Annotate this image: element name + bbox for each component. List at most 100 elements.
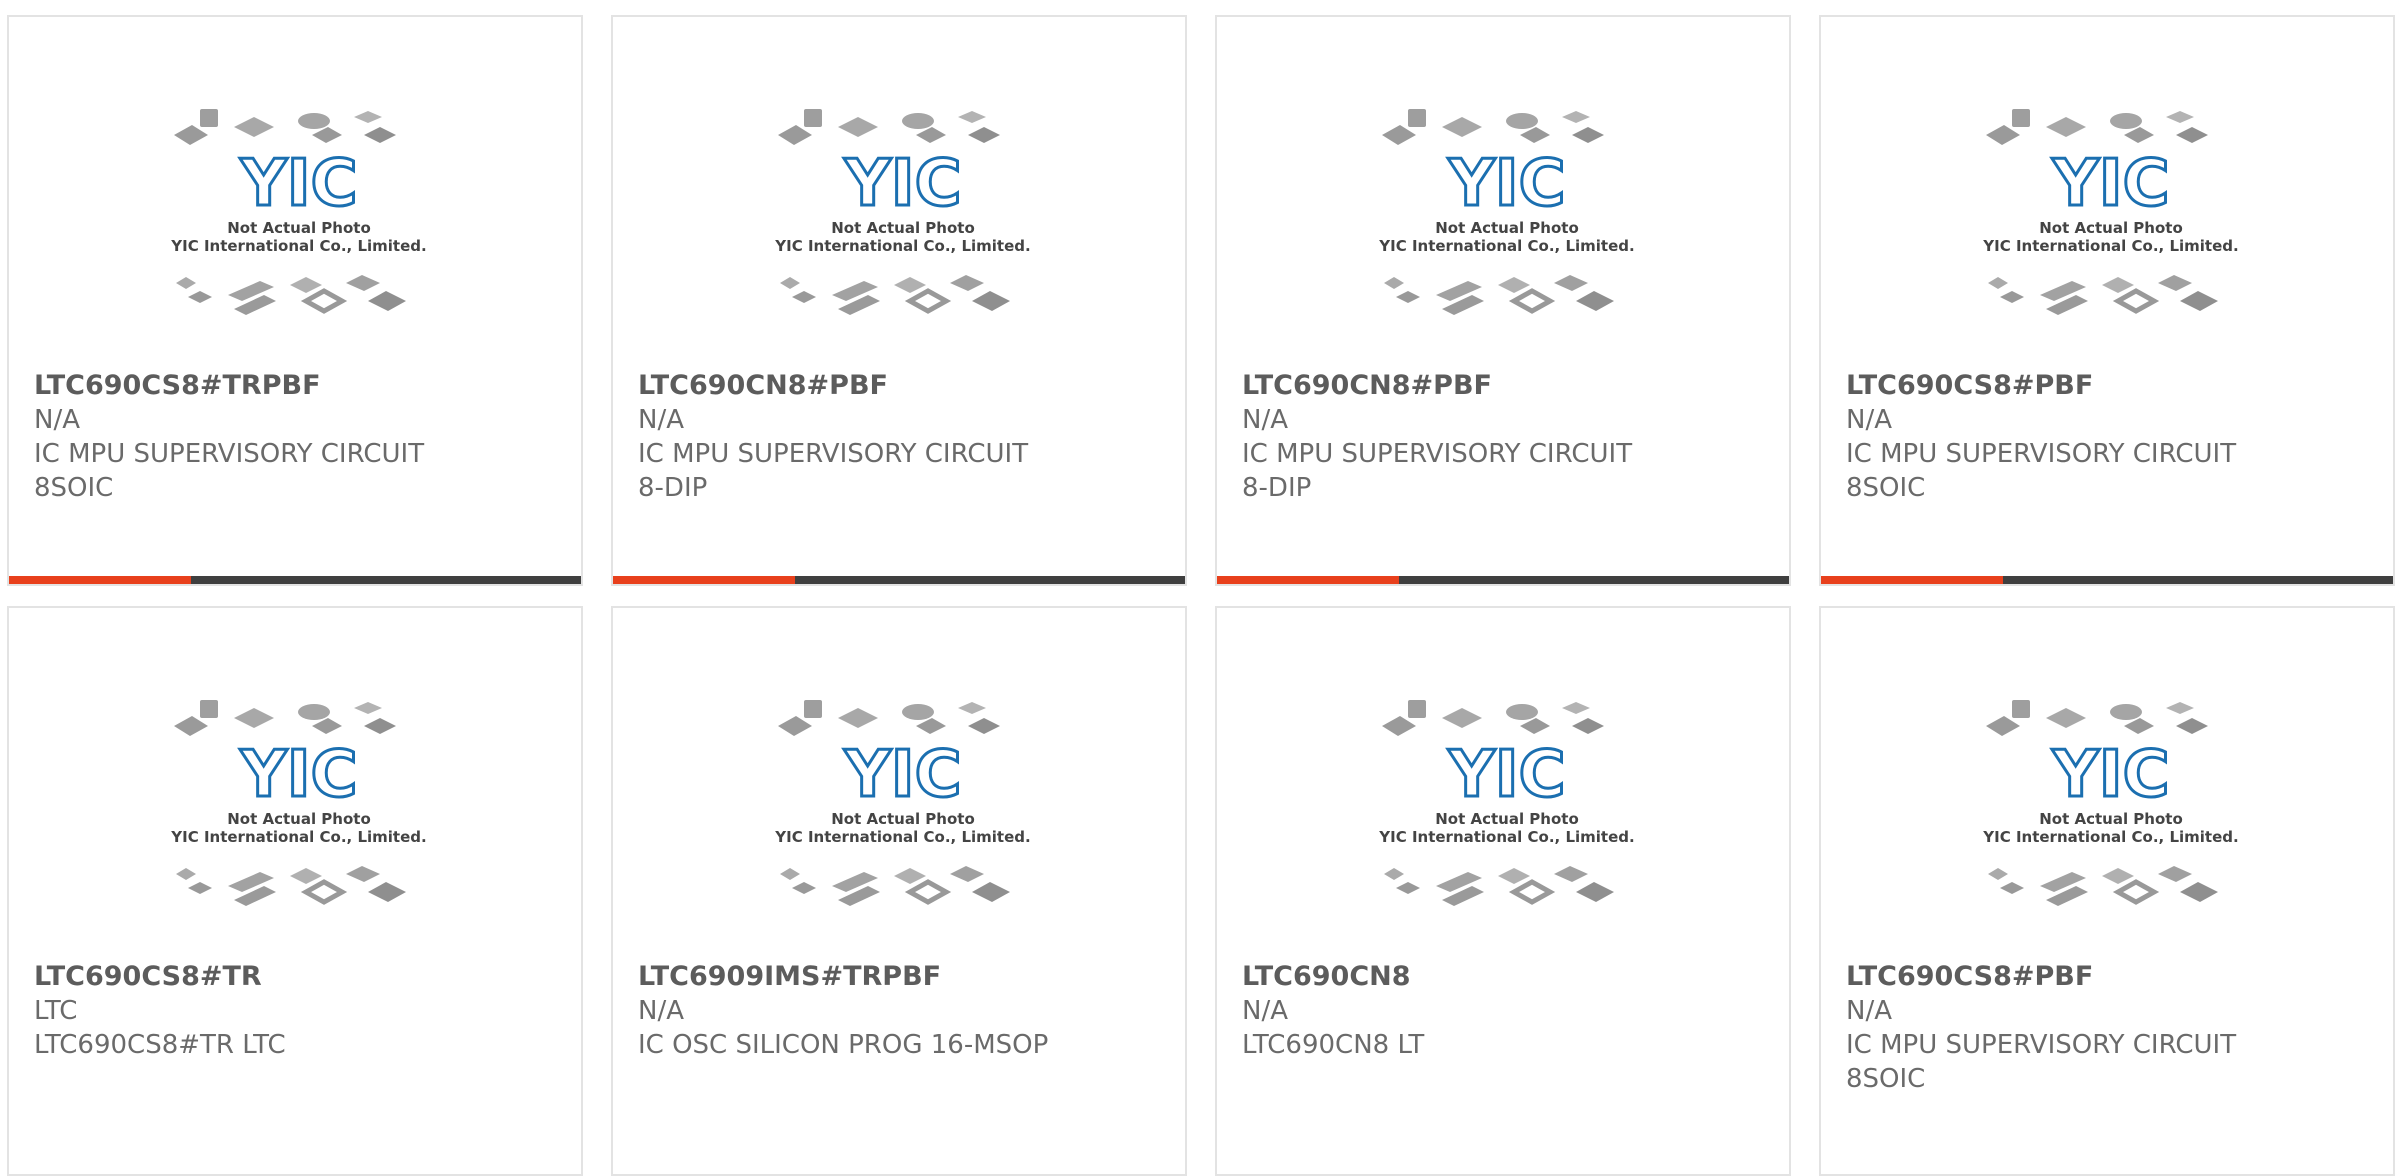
product-info: LTC690CN8 N/A LTC690CN8 LT bbox=[1242, 960, 1769, 1062]
logo-text: YIC bbox=[2051, 738, 2169, 812]
description-line: IC MPU SUPERVISORY CIRCUIT bbox=[638, 439, 1029, 469]
chip-icons-bottom bbox=[1384, 275, 1614, 315]
part-number[interactable]: LTC690CS8#PBF bbox=[1846, 369, 2373, 403]
not-actual-photo-text: Not Actual Photo bbox=[227, 810, 371, 828]
accent-bar bbox=[613, 576, 795, 584]
company-text: YIC International Co., Limited. bbox=[170, 828, 426, 846]
chip-icons-top bbox=[778, 109, 1000, 145]
description-line: 8SOIC bbox=[34, 473, 114, 503]
part-number[interactable]: LTC690CN8 bbox=[1242, 960, 1769, 994]
product-info: LTC690CS8#PBF N/A IC MPU SUPERVISORY CIR… bbox=[1846, 960, 2373, 1096]
product-card[interactable]: YIC Not Actual Photo YIC International Co.… bbox=[1215, 606, 1791, 1176]
card-footer-bar bbox=[613, 576, 1185, 584]
part-number[interactable]: LTC690CN8#PBF bbox=[638, 369, 1165, 403]
product-card[interactable]: YIC Not Actual Photo YIC International Co.… bbox=[1819, 15, 2395, 586]
chip-icons-bottom bbox=[780, 866, 1010, 906]
not-actual-photo-text: Not Actual Photo bbox=[1435, 219, 1579, 237]
company-text: YIC International Co., Limited. bbox=[170, 237, 426, 255]
company-text: YIC International Co., Limited. bbox=[1982, 237, 2238, 255]
product-card[interactable]: YIC Not Actual Photo YIC International Co.… bbox=[1215, 15, 1791, 586]
description-line: IC OSC SILICON PROG 16-MSOP bbox=[638, 1030, 1049, 1060]
logo-text: YIC bbox=[843, 738, 961, 812]
placeholder-image: YICNot Actual PhotoYIC International Co.… bbox=[1982, 700, 2239, 906]
product-info: LTC690CS8#PBF N/A IC MPU SUPERVISORY CIR… bbox=[1846, 369, 2373, 505]
placeholder-image: YICNot Actual PhotoYIC International Co.… bbox=[1982, 109, 2239, 315]
chip-icons-bottom bbox=[1384, 866, 1614, 906]
chip-icons-bottom bbox=[176, 866, 406, 906]
manufacturer: N/A bbox=[1846, 405, 1892, 435]
description-line: IC MPU SUPERVISORY CIRCUIT bbox=[1846, 439, 2237, 469]
logo-text: YIC bbox=[239, 147, 357, 221]
placeholder-image: YICNot Actual PhotoYIC International Co.… bbox=[170, 700, 427, 906]
company-text: YIC International Co., Limited. bbox=[1378, 828, 1634, 846]
manufacturer: N/A bbox=[638, 405, 684, 435]
description-line: IC MPU SUPERVISORY CIRCUIT bbox=[1846, 1030, 2237, 1060]
description-line: LTC690CN8 LT bbox=[1242, 1030, 1425, 1060]
product-info: LTC6909IMS#TRPBF N/A IC OSC SILICON PROG… bbox=[638, 960, 1165, 1062]
manufacturer: LTC bbox=[34, 996, 78, 1026]
part-number[interactable]: LTC690CS8#TR bbox=[34, 960, 561, 994]
placeholder-image: YICNot Actual PhotoYIC International Co.… bbox=[774, 700, 1031, 906]
chip-icons-top bbox=[174, 109, 396, 145]
description-line: IC MPU SUPERVISORY CIRCUIT bbox=[34, 439, 425, 469]
description-line: LTC690CS8#TR LTC bbox=[34, 1030, 286, 1060]
chip-icons-bottom bbox=[176, 275, 406, 315]
chip-icons-top bbox=[174, 700, 396, 736]
placeholder-image: YICNot Actual PhotoYIC International Co.… bbox=[1378, 700, 1635, 906]
not-actual-photo-text: Not Actual Photo bbox=[2039, 810, 2183, 828]
company-text: YIC International Co., Limited. bbox=[1982, 828, 2238, 846]
logo-text: YIC bbox=[2051, 147, 2169, 221]
part-number[interactable]: LTC690CS8#PBF bbox=[1846, 960, 2373, 994]
description-line: IC MPU SUPERVISORY CIRCUIT bbox=[1242, 439, 1633, 469]
part-number[interactable]: LTC690CS8#TRPBF bbox=[34, 369, 561, 403]
not-actual-photo-text: Not Actual Photo bbox=[227, 219, 371, 237]
logo-text: YIC bbox=[239, 738, 357, 812]
manufacturer: N/A bbox=[34, 405, 80, 435]
placeholder-image: YICNot Actual PhotoYIC International Co.… bbox=[1378, 109, 1635, 315]
chip-icons-top bbox=[778, 700, 1000, 736]
chip-icons-bottom bbox=[780, 275, 1010, 315]
product-card[interactable]: YIC Not Actual Photo YIC International Co.… bbox=[7, 15, 583, 586]
product-card[interactable]: YIC Not Actual Photo YIC International Co.… bbox=[611, 606, 1187, 1176]
part-number[interactable]: LTC690CN8#PBF bbox=[1242, 369, 1769, 403]
product-info: LTC690CN8#PBF N/A IC MPU SUPERVISORY CIR… bbox=[638, 369, 1165, 505]
accent-bar bbox=[1821, 576, 2003, 584]
chip-icons-top bbox=[1986, 700, 2208, 736]
not-actual-photo-text: Not Actual Photo bbox=[831, 219, 975, 237]
logo-text: YIC bbox=[1447, 147, 1565, 221]
company-text: YIC International Co., Limited. bbox=[774, 828, 1030, 846]
card-footer-bar bbox=[1217, 576, 1789, 584]
description-line: 8SOIC bbox=[1846, 473, 1926, 503]
card-footer-bar bbox=[1821, 576, 2393, 584]
description-line: 8-DIP bbox=[1242, 473, 1312, 503]
accent-bar bbox=[9, 576, 191, 584]
part-number[interactable]: LTC6909IMS#TRPBF bbox=[638, 960, 1165, 994]
product-card[interactable]: YIC Not Actual Photo YIC International Co.… bbox=[7, 606, 583, 1176]
manufacturer: N/A bbox=[1242, 996, 1288, 1026]
manufacturer: N/A bbox=[1846, 996, 1892, 1026]
chip-icons-top bbox=[1382, 109, 1604, 145]
card-footer-bar bbox=[9, 576, 581, 584]
placeholder-image: YICNot Actual PhotoYIC International Co.… bbox=[170, 109, 427, 315]
accent-bar bbox=[1217, 576, 1399, 584]
company-text: YIC International Co., Limited. bbox=[1378, 237, 1634, 255]
not-actual-photo-text: Not Actual Photo bbox=[1435, 810, 1579, 828]
chip-icons-top bbox=[1986, 109, 2208, 145]
manufacturer: N/A bbox=[1242, 405, 1288, 435]
description-line: 8SOIC bbox=[1846, 1064, 1926, 1094]
chip-icons-top bbox=[1382, 700, 1604, 736]
chip-icons-bottom bbox=[1988, 866, 2218, 906]
description-line: 8-DIP bbox=[638, 473, 708, 503]
product-info: LTC690CS8#TRPBF N/A IC MPU SUPERVISORY C… bbox=[34, 369, 561, 505]
product-info: LTC690CN8#PBF N/A IC MPU SUPERVISORY CIR… bbox=[1242, 369, 1769, 505]
chip-icons-bottom bbox=[1988, 275, 2218, 315]
logo-text: YIC bbox=[843, 147, 961, 221]
not-actual-photo-text: Not Actual Photo bbox=[2039, 219, 2183, 237]
product-card[interactable]: YIC Not Actual Photo YIC International Co.… bbox=[1819, 606, 2395, 1176]
manufacturer: N/A bbox=[638, 996, 684, 1026]
not-actual-photo-text: Not Actual Photo bbox=[831, 810, 975, 828]
company-text: YIC International Co., Limited. bbox=[774, 237, 1030, 255]
logo-text: YIC bbox=[1447, 738, 1565, 812]
product-card[interactable]: YIC Not Actual Photo YIC International Co.… bbox=[611, 15, 1187, 586]
product-info: LTC690CS8#TR LTC LTC690CS8#TR LTC bbox=[34, 960, 561, 1062]
